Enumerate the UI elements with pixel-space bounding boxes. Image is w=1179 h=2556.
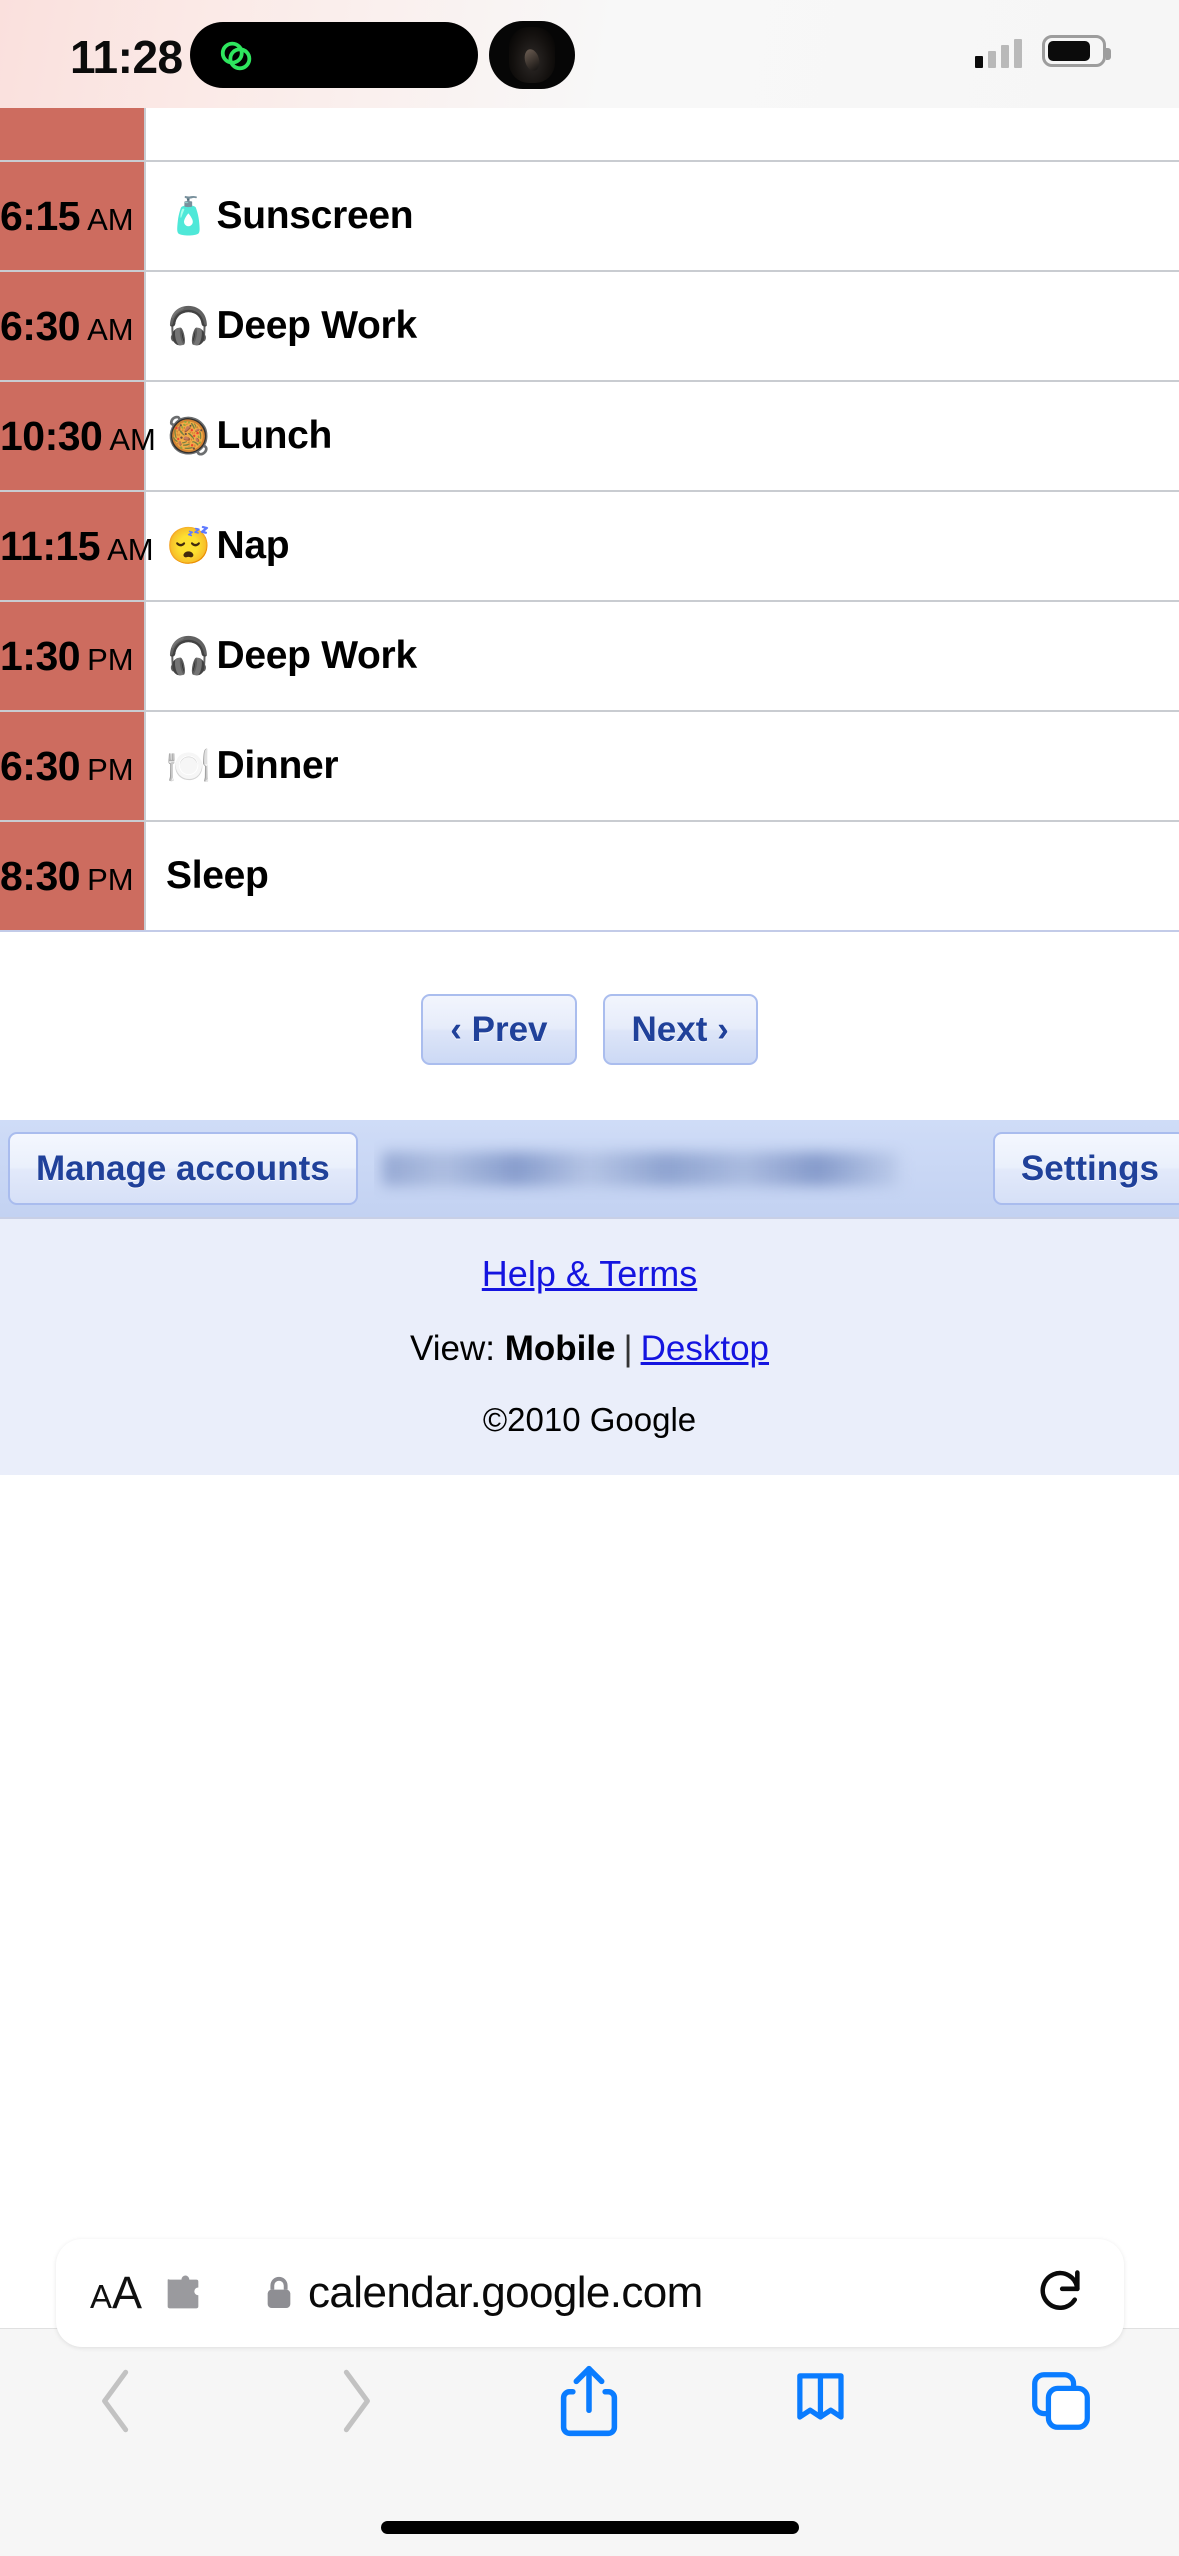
event-title: Dinner [216,744,339,787]
dynamic-island[interactable] [190,22,478,88]
text-size-small-a: A [90,2278,113,2315]
webpage-content: 6:15AM 🧴 Sunscreen 6:30AM 🎧 Deep Work [0,108,1179,1475]
event-cell: 🥘 Lunch [144,381,1179,492]
tabs-button[interactable] [943,2364,1179,2438]
headphone-icon: 🎧 [166,635,211,676]
time-period: PM [87,861,134,897]
lotion-bottle-icon: 🧴 [166,195,211,236]
event-title: Sleep [166,854,269,897]
time-value: 8:30 [0,852,81,899]
event-cell: 🧴 Sunscreen [144,161,1179,272]
event-title: Deep Work [216,634,418,677]
share-button[interactable] [472,2364,708,2438]
event-cell: 🎧 Deep Work [144,271,1179,382]
camera-cutout [489,21,575,89]
time-period: AM [87,201,134,237]
table-row[interactable]: 6:30 AM 🎧 Deep Work [0,271,1179,382]
time-cell: 11:15 AM [0,491,154,602]
back-button[interactable] [0,2364,236,2438]
view-separator: | [623,1329,633,1368]
time-value: 10:30 [0,412,103,459]
table-row[interactable]: 11:15 AM 😴 Nap [0,491,1179,602]
time-cell: 6:15 AM [0,161,145,272]
url-text: calendar.google.com [308,2268,703,2317]
table-row[interactable]: 1:30 PM 🎧 Deep Work [0,601,1179,712]
status-bar-time: 11:28 [70,31,183,83]
time-period: AM [107,531,154,567]
safari-toolbar [0,2341,1179,2461]
view-switcher: View: Mobile | Desktop [0,1329,1179,1369]
text-size-large-a: A [112,2267,143,2318]
forward-button[interactable] [236,2364,472,2438]
event-title: Deep Work [216,304,418,347]
time-cell: 8:30 PM [0,821,145,932]
event-title: Nap [216,524,290,567]
manage-accounts-button[interactable]: Manage accounts [8,1132,358,1205]
text-size-button[interactable]: AA [90,2267,142,2319]
next-button[interactable]: Next › [602,994,758,1065]
event-cell: 🎧 Deep Work [144,601,1179,712]
bookmarks-button[interactable] [707,2364,943,2438]
table-row[interactable]: 6:15 AM 🧴 Sunscreen [0,161,1179,272]
puzzle-piece-icon[interactable] [160,2270,206,2316]
link-icon [220,41,252,71]
page-footer: Help & Terms View: Mobile | Desktop ©2010 … [0,1217,1179,1475]
help-terms-link[interactable]: Help & Terms [482,1253,697,1294]
time-period: PM [87,751,134,787]
time-period: AM [109,421,156,457]
time-value: 11:15 [0,522,101,569]
time-period: AM [87,311,134,347]
event-title: Sunscreen [216,194,414,237]
status-bar: 11:28 [0,0,1179,108]
chevron-left-icon [101,2369,129,2433]
time-value: 6:30 [0,742,81,789]
copyright-text: ©2010 Google [482,1401,697,1438]
account-email-redacted: ████████████████ [374,1138,977,1200]
event-title: Lunch [216,414,333,457]
schedule-table: 6:15AM 🧴 Sunscreen 6:30AM 🎧 Deep Work [0,108,1179,932]
address-bar[interactable]: AA calendar.google.com [56,2239,1124,2347]
time-cell: 1:30 PM [0,601,145,712]
event-cell: 🍽️ Dinner [144,711,1179,822]
table-row-partial[interactable] [0,108,1179,162]
book-icon [797,2373,844,2420]
table-row[interactable]: 6:30 PM 🍽️ Dinner [0,711,1179,822]
home-indicator [380,2521,799,2534]
time-value: 6:15 [0,192,81,239]
tabs-icon [1032,2372,1090,2430]
time-value: 1:30 [0,632,81,679]
account-bar: Manage accounts ████████████████ Setting… [0,1117,1179,1217]
event-cell: 😴 Nap [144,491,1179,602]
cellular-signal-icon [975,38,1022,68]
event-cell: Sleep [144,821,1179,932]
view-current: Mobile [504,1329,616,1368]
time-cell: 10:30 AM [0,381,156,492]
headphone-icon: 🎧 [166,305,211,346]
desktop-view-link[interactable]: Desktop [641,1329,769,1368]
time-cell: 6:30 AM [0,271,145,382]
table-row[interactable]: 10:30 AM 🥘 Lunch [0,381,1179,492]
time-cell [0,108,145,162]
sleeping-face-icon: 😴 [166,525,211,566]
settings-button[interactable]: Settings [992,1132,1179,1205]
shallow-pan-food-icon: 🥘 [166,415,211,456]
schedule-table-body: 6:15AM 🧴 Sunscreen 6:30AM 🎧 Deep Work [0,108,1179,932]
pagination-controls: ‹ Prev Next › [0,932,1179,1117]
lock-icon [267,2276,291,2308]
reload-icon[interactable] [1034,2265,1086,2317]
time-cell: 6:30 PM [0,711,145,822]
fork-knife-plate-icon: 🍽️ [166,745,211,786]
share-icon [561,2365,618,2437]
event-cell [144,108,1179,162]
chevron-right-icon [343,2369,370,2433]
table-row[interactable]: 8:30 PM Sleep [0,821,1179,932]
battery-icon [1042,35,1111,67]
time-value: 6:30 [0,302,81,349]
time-period: PM [87,641,134,677]
view-label: View: [409,1329,495,1368]
safari-bottom-chrome: AA calendar.google.com [0,2239,1179,2556]
prev-button[interactable]: ‹ Prev [421,994,577,1065]
